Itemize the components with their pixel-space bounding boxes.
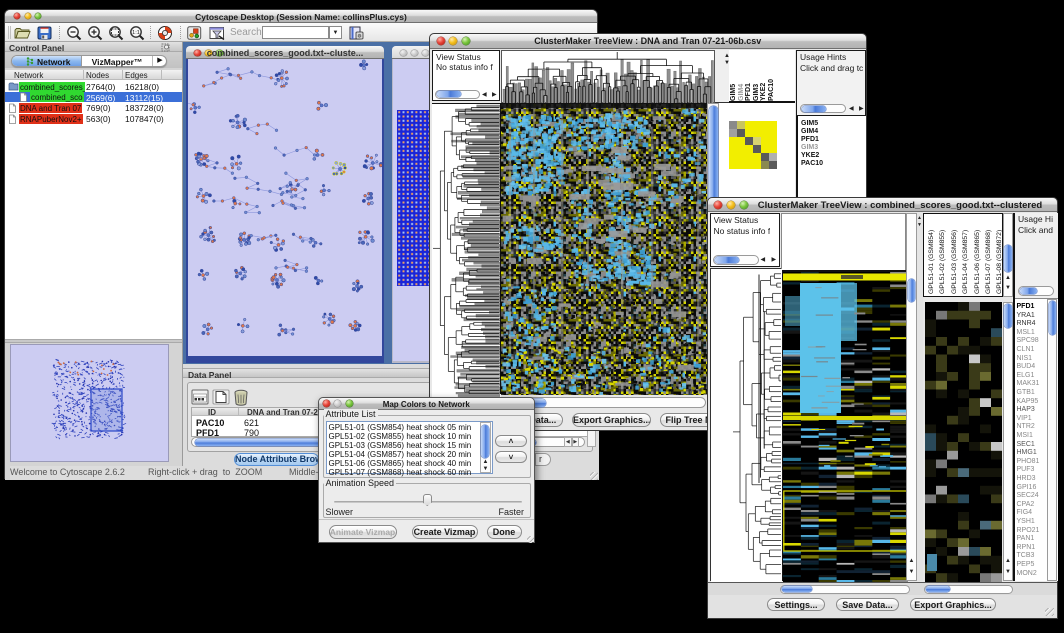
svg-text:⚙: ⚙	[357, 34, 362, 40]
svg-text:1:1: 1:1	[132, 30, 140, 36]
